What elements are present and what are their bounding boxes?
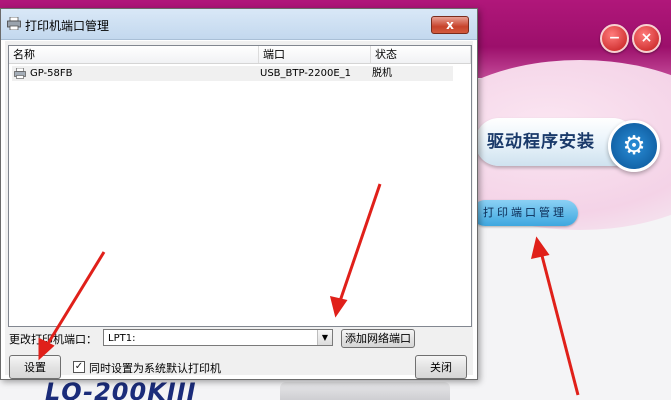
arrow-to-settings <box>42 251 106 351</box>
arrow-head-port-manage <box>530 236 550 259</box>
annotation-arrows <box>38 183 580 396</box>
arrow-to-port-manage <box>538 247 580 396</box>
arrow-head-port-select <box>329 295 348 318</box>
arrow-to-port-select <box>336 183 382 308</box>
